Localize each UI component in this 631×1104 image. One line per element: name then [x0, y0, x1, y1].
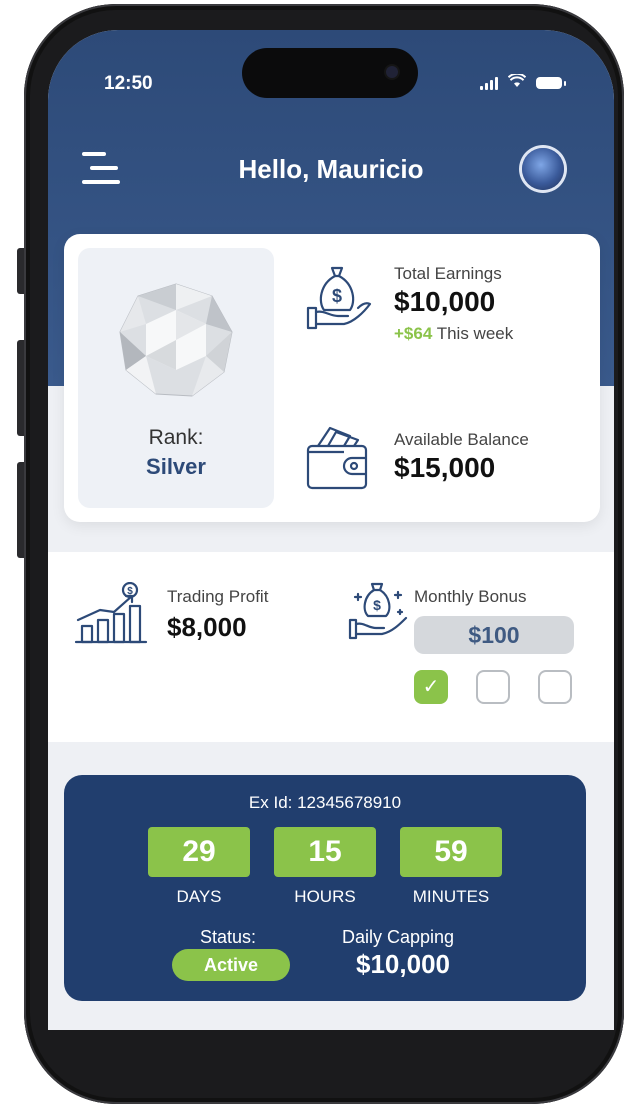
countdown-card: Ex Id: 12345678910 29 15 59 DAYS HOURS M…	[64, 775, 586, 1001]
diamond-icon	[119, 283, 233, 397]
exchange-id: Ex Id: 12345678910	[248, 793, 402, 812]
minutes-label: MINUTES	[412, 887, 490, 906]
rank-label: Rank:	[148, 426, 204, 449]
bonus-bag-hand-icon: $	[348, 582, 408, 640]
cellular-signal-icon	[480, 76, 498, 90]
svg-text:$: $	[373, 597, 381, 613]
countdown-minutes: 59	[400, 827, 502, 877]
hours-label: HOURS	[294, 887, 356, 906]
total-earnings-value: $10,000	[394, 286, 496, 317]
monthly-bonus-value: $100	[414, 616, 574, 654]
status-label: Status:	[200, 927, 257, 947]
earnings-change-amount: +$64	[394, 324, 433, 343]
total-earnings-label: Total Earnings	[394, 264, 502, 283]
app-screen: 12:50 Hello, Mauricio Rank: Silver $ Tot…	[48, 30, 614, 1030]
wifi-icon	[507, 72, 527, 91]
daily-capping-label: Daily Capping	[342, 927, 455, 947]
bonus-checkbox-2[interactable]	[476, 670, 510, 704]
countdown-hours: 15	[274, 827, 376, 877]
svg-text:$: $	[332, 286, 342, 306]
money-bag-hand-icon: $	[306, 266, 372, 330]
dynamic-island	[242, 48, 418, 98]
summary-card: Rank: Silver $ Total Earnings $10,000 +$…	[64, 234, 600, 522]
available-balance-value: $15,000	[394, 452, 496, 483]
days-label: DAYS	[176, 887, 222, 906]
daily-capping-value: $10,000	[356, 949, 450, 979]
status-time: 12:50	[104, 73, 153, 94]
wallet-icon	[306, 426, 368, 490]
trading-profit-value: $8,000	[167, 612, 247, 642]
monthly-bonus-label: Monthly Bonus	[414, 587, 527, 606]
trading-profit-label: Trading Profit	[167, 587, 269, 606]
countdown-days: 29	[148, 827, 250, 877]
status-badge: Active	[172, 949, 290, 981]
earnings-change-period: This week	[436, 324, 514, 343]
bonus-checkbox-3[interactable]	[538, 670, 572, 704]
camera-icon	[386, 66, 398, 78]
available-balance-label: Available Balance	[394, 430, 529, 449]
bar-chart-coin-icon: $	[74, 582, 148, 644]
rank-value: Silver	[146, 454, 206, 479]
svg-text:$: $	[127, 586, 133, 597]
bonus-checkbox-1[interactable]: ✓	[414, 670, 448, 704]
avatar[interactable]	[522, 148, 564, 190]
rank-panel: Rank: Silver	[78, 248, 274, 508]
status-icons	[480, 72, 566, 91]
earnings-change: +$64 This week	[394, 324, 513, 344]
battery-icon	[536, 76, 566, 89]
